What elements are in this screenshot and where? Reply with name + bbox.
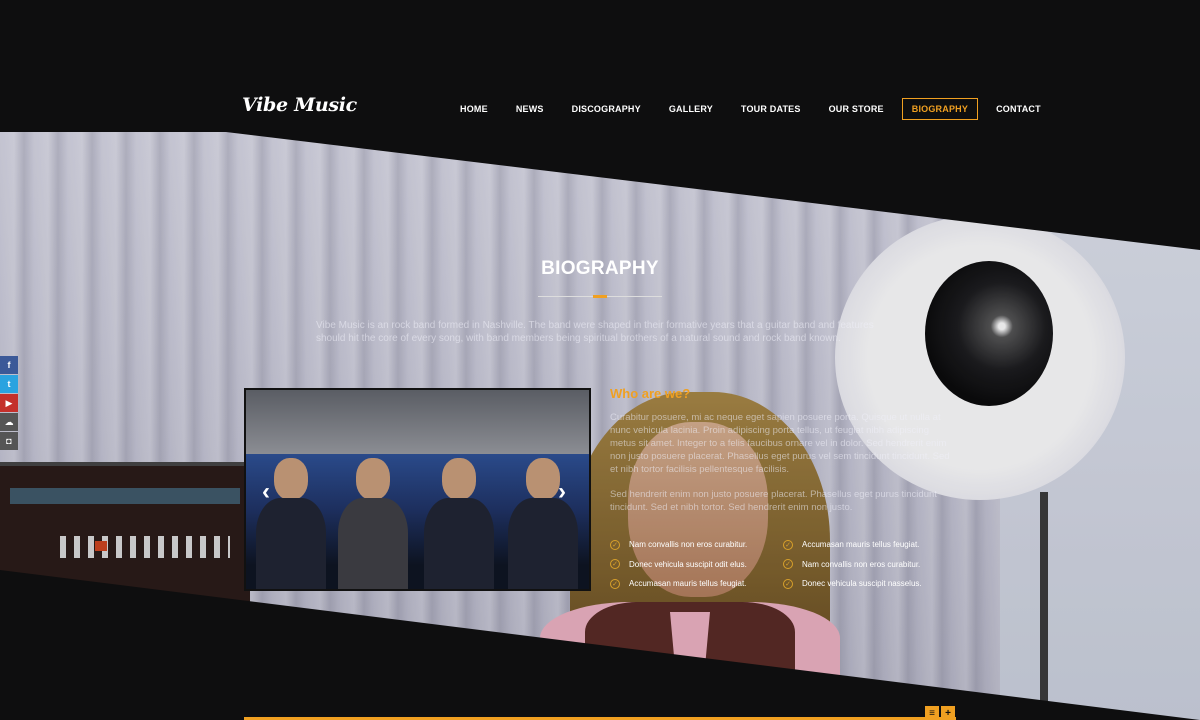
list-item: ✓ Nam convallis non eros curabitur. [783, 555, 922, 575]
list-item: ✓ Accumasan mauris tellus feugiat. [783, 535, 922, 555]
intro-text: Vibe Music is an rock band formed in Nas… [316, 320, 874, 344]
check-icon: ✓ [610, 559, 620, 570]
nav-item-news[interactable]: NEWS [506, 98, 554, 120]
list-item: ✓ Donec vehicula suscipit nasselus. [783, 574, 922, 594]
facebook-icon[interactable]: f [0, 356, 18, 374]
main-nav: HOME NEWS DISCOGRAPHY GALLERY TOUR DATES… [450, 98, 1059, 120]
band-member-photo [508, 458, 578, 589]
plus-icon[interactable]: + [941, 706, 955, 720]
nav-item-discography[interactable]: DISCOGRAPHY [562, 98, 651, 120]
list-item: ✓ Accumasan mauris tellus feugiat. [610, 574, 747, 594]
menu-icon[interactable]: ≡ [925, 706, 939, 720]
check-icon: ✓ [610, 578, 620, 589]
check-icon: ✓ [783, 539, 793, 550]
feature-list-left: ✓ Nam convallis non eros curabitur. ✓ Done… [610, 535, 747, 594]
instagram-icon[interactable]: ◘ [0, 432, 18, 450]
site-header: Vibe Music HOME NEWS DISCOGRAPHY GALLERY… [0, 0, 1200, 132]
chevron-left-icon[interactable]: ‹ [262, 480, 270, 504]
check-icon: ✓ [783, 578, 793, 589]
check-icon: ✓ [610, 539, 620, 550]
about-heading: Who are we? [610, 386, 691, 401]
chevron-right-icon[interactable]: › [558, 480, 566, 504]
feature-list-right: ✓ Accumasan mauris tellus feugiat. ✓ Nam c… [783, 535, 922, 594]
nav-item-contact[interactable]: CONTACT [986, 98, 1051, 120]
nav-item-gallery[interactable]: GALLERY [659, 98, 723, 120]
list-item: ✓ Donec vehicula suscipit odit elus. [610, 555, 747, 575]
twitter-icon[interactable]: t [0, 375, 18, 393]
nav-item-biography[interactable]: BIOGRAPHY [901, 98, 979, 120]
check-icon: ✓ [783, 559, 793, 570]
nav-item-tour-dates[interactable]: TOUR DATES [731, 98, 811, 120]
nav-item-home[interactable]: HOME [450, 98, 498, 120]
band-member-photo [338, 458, 408, 589]
soundcloud-icon[interactable]: ☁ [0, 413, 18, 431]
list-item: ✓ Nam convallis non eros curabitur. [610, 535, 747, 555]
about-paragraph: Curabitur posuere, mi ac neque eget sapi… [610, 412, 950, 475]
page-title: BIOGRAPHY [541, 258, 659, 279]
social-sidebar: f t ▶ ☁ ◘ [0, 356, 18, 451]
about-paragraph: Sed hendrerit enim non justo posuere pla… [610, 489, 937, 513]
title-divider [538, 295, 662, 298]
hero-background [0, 132, 1200, 720]
band-photo-carousel[interactable]: ‹ › [244, 388, 591, 591]
about-text: Curabitur posuere, mi ac neque eget sapi… [610, 411, 956, 526]
nav-item-our-store[interactable]: OUR STORE [819, 98, 894, 120]
band-member-photo [424, 458, 494, 589]
site-logo[interactable]: Vibe Music [242, 94, 357, 116]
youtube-icon[interactable]: ▶ [0, 394, 18, 412]
